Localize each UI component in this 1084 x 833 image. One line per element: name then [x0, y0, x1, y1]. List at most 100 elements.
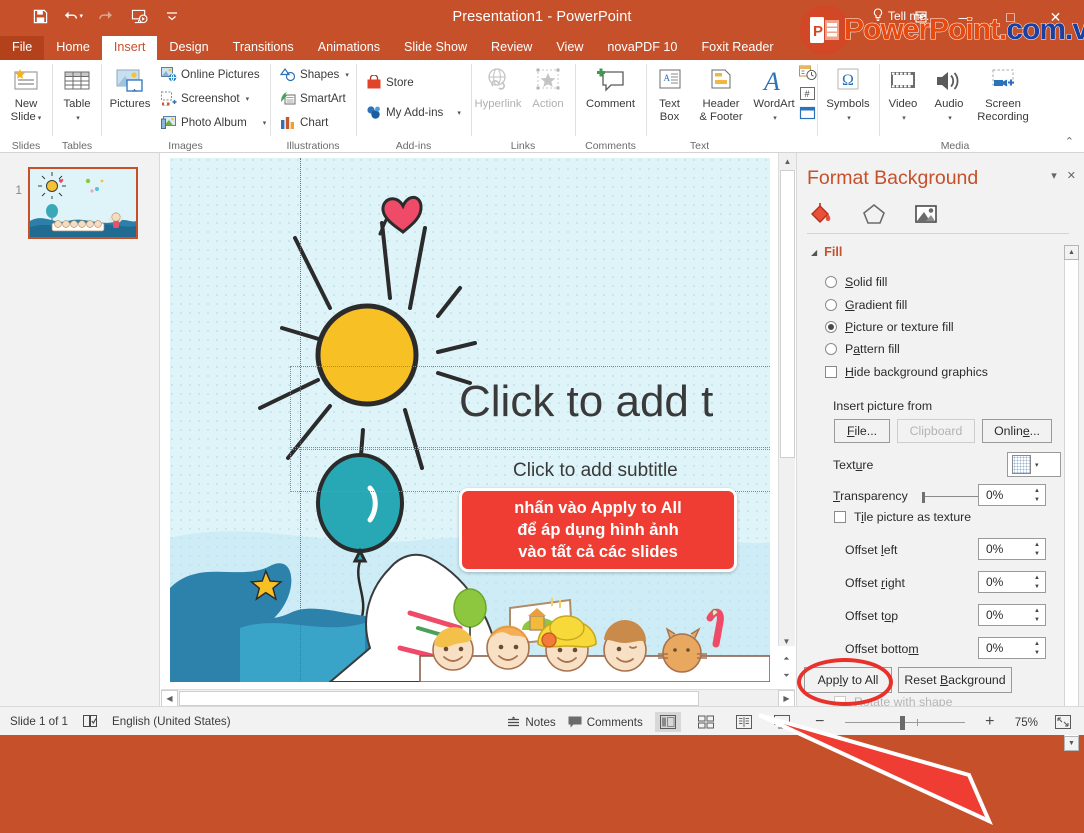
my-addins-button[interactable]: My Add-ins▾ — [365, 104, 461, 121]
file-button[interactable]: File... — [834, 419, 890, 443]
option-gradient-fill[interactable]: Gradient fill — [825, 298, 907, 312]
online-button[interactable]: Online... — [982, 419, 1052, 443]
apply-to-all-button[interactable]: Apply to All — [804, 667, 892, 693]
photo-album-button[interactable]: Photo Album▾ — [160, 114, 266, 131]
tab-review[interactable]: Review — [479, 36, 544, 60]
transparency-spinner-arrows[interactable]: ▲▼ — [1030, 485, 1044, 505]
tab-animations[interactable]: Animations — [306, 36, 392, 60]
text-box-button[interactable]: A Text Box — [647, 64, 692, 124]
date-time-button[interactable] — [799, 65, 817, 82]
fill-expander-icon[interactable]: ◢ — [811, 248, 817, 257]
action-button[interactable]: Action — [524, 64, 572, 111]
panel-scroll-up-button[interactable]: ▲ — [1064, 245, 1079, 260]
collapse-ribbon-button[interactable]: ⌃ — [1065, 135, 1074, 148]
video-button[interactable]: Video ▾ — [880, 64, 926, 125]
language-label[interactable]: English (United States) — [112, 715, 231, 728]
panel-scrollbar[interactable]: ▲ ▼ — [1064, 245, 1079, 751]
transparency-spinner[interactable]: 0% ▲▼ — [978, 484, 1046, 506]
fit-slide-to-window-button[interactable] — [1050, 712, 1076, 732]
panel-close-icon[interactable]: ✕ — [1067, 169, 1076, 182]
solid-fill-radio[interactable] — [825, 276, 837, 288]
slide-vertical-scrollbar[interactable]: ▲ — [778, 153, 795, 646]
option-tile-picture-as-texture[interactable]: Tile picture as texture — [834, 510, 971, 524]
slide-canvas[interactable]: Click to add t Click to add subtitle — [170, 158, 770, 682]
offset-right-spinner[interactable]: 0% ▲▼ — [978, 571, 1046, 593]
slide-number-button[interactable]: # — [799, 86, 817, 102]
picture-fill-radio[interactable] — [825, 321, 837, 333]
slide-sorter-view-button[interactable] — [693, 712, 719, 732]
fill-icon[interactable] — [807, 201, 837, 227]
scroll-up-button[interactable]: ▲ — [779, 153, 796, 170]
hyperlink-button[interactable]: Hyperlink — [472, 64, 524, 111]
texture-picker[interactable]: ▾ — [1007, 452, 1061, 477]
notes-button[interactable]: Notes — [507, 716, 555, 729]
comment-button[interactable]: Comment — [576, 64, 645, 111]
offset-top-arrows[interactable]: ▲▼ — [1030, 605, 1044, 625]
table-button[interactable]: Table ▾ — [53, 64, 101, 125]
option-solid-fill[interactable]: Solid fill — [825, 275, 887, 289]
slide-horizontal-scrollbar[interactable]: ◀ ▶ — [161, 689, 795, 706]
next-slide-button[interactable]: ⏷ — [778, 667, 795, 684]
tab-home[interactable]: Home — [44, 36, 102, 60]
tab-design[interactable]: Design — [157, 36, 220, 60]
spell-check-icon[interactable] — [82, 714, 98, 728]
audio-button[interactable]: Audio ▾ — [926, 64, 972, 125]
scroll-left-button[interactable]: ◀ — [161, 690, 178, 707]
screenshot-button[interactable]: Screenshot▾ — [160, 90, 249, 107]
offset-bottom-spinner[interactable]: 0% ▲▼ — [978, 637, 1046, 659]
tab-file[interactable]: File — [0, 36, 44, 60]
offset-bottom-arrows[interactable]: ▲▼ — [1030, 638, 1044, 658]
panel-scroll-down-button[interactable]: ▼ — [1064, 736, 1079, 751]
shapes-button[interactable]: Shapes▾ — [279, 66, 349, 83]
picture-icon[interactable] — [911, 201, 941, 227]
store-button[interactable]: Store — [365, 74, 414, 91]
scroll-down-button[interactable]: ▼ — [778, 633, 795, 650]
slide-surface[interactable]: Click to add t Click to add subtitle — [170, 158, 770, 682]
tab-view[interactable]: View — [544, 36, 595, 60]
new-slide-button[interactable]: New Slide▾ — [0, 64, 52, 125]
effects-icon[interactable] — [859, 201, 889, 227]
subtitle-placeholder[interactable]: Click to add subtitle — [290, 449, 770, 492]
thumbnail-slide-1[interactable]: 1 — [10, 167, 138, 239]
option-picture-or-texture-fill[interactable]: Picture or texture fill — [825, 320, 954, 334]
smartart-button[interactable]: SmartArt — [279, 90, 346, 107]
pattern-fill-radio[interactable] — [825, 343, 837, 355]
panel-scroll-track[interactable] — [1064, 260, 1079, 736]
tab-slide-show[interactable]: Slide Show — [392, 36, 479, 60]
online-pictures-button[interactable]: Online Pictures — [160, 66, 260, 83]
offset-left-arrows[interactable]: ▲▼ — [1030, 539, 1044, 559]
header-footer-button[interactable]: Header & Footer — [692, 64, 750, 124]
tab-insert[interactable]: Insert — [102, 36, 158, 60]
tile-picture-checkbox[interactable] — [834, 511, 846, 523]
scroll-right-button[interactable]: ▶ — [778, 690, 795, 707]
chart-button[interactable]: Chart — [279, 114, 328, 131]
texture-dropdown-icon[interactable]: ▾ — [1035, 461, 1039, 469]
option-hide-background-graphics[interactable]: Hide background graphics — [825, 365, 988, 379]
panel-options-chevron-icon[interactable]: ▾ — [1051, 169, 1057, 182]
offset-right-arrows[interactable]: ▲▼ — [1030, 572, 1044, 592]
pictures-button[interactable]: Pictures — [102, 64, 158, 111]
wordart-button[interactable]: A WordArt ▾ — [750, 64, 798, 125]
reset-background-button[interactable]: Reset Background — [898, 667, 1012, 693]
reading-view-button[interactable] — [731, 712, 757, 732]
normal-view-button[interactable] — [655, 712, 681, 732]
clipboard-button[interactable]: Clipboard — [897, 419, 975, 443]
gradient-fill-radio[interactable] — [825, 299, 837, 311]
offset-top-spinner[interactable]: 0% ▲▼ — [978, 604, 1046, 626]
fill-section-header[interactable]: ◢ Fill — [811, 245, 842, 259]
object-button[interactable] — [799, 106, 817, 121]
vertical-scroll-thumb[interactable] — [780, 170, 795, 458]
tab-novapdf[interactable]: novaPDF 10 — [595, 36, 689, 60]
offset-left-spinner[interactable]: 0% ▲▼ — [978, 538, 1046, 560]
thumbnail-frame[interactable] — [28, 167, 138, 239]
horizontal-scroll-thumb[interactable] — [179, 691, 699, 706]
comments-button[interactable]: Comments — [568, 716, 643, 729]
previous-slide-button[interactable]: ⏶ — [778, 650, 795, 667]
screen-recording-button[interactable]: Screen Recording — [972, 64, 1034, 124]
tab-transitions[interactable]: Transitions — [221, 36, 306, 60]
symbols-button[interactable]: Ω Symbols ▾ — [818, 64, 878, 125]
hide-bg-graphics-checkbox[interactable] — [825, 366, 837, 378]
title-placeholder[interactable]: Click to add t — [290, 366, 770, 448]
option-pattern-fill[interactable]: Pattern fill — [825, 342, 900, 356]
tab-foxit-reader[interactable]: Foxit Reader — [689, 36, 785, 60]
